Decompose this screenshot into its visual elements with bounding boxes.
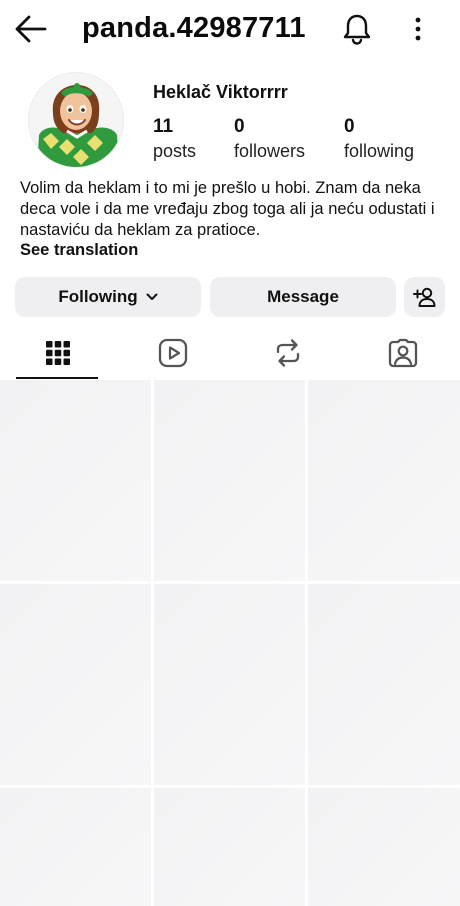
bell-icon[interactable] [341, 12, 373, 46]
profile-tabs [0, 325, 460, 380]
tab-posts-grid[interactable] [0, 325, 115, 380]
post-thumbnail[interactable] [154, 788, 305, 906]
chevron-down-icon [146, 293, 158, 300]
posts-stat[interactable]: 11 posts [153, 116, 196, 164]
profile-bio: Volim da heklam i to mi je prešlo u hobi… [20, 179, 435, 239]
tab-reposts[interactable] [230, 325, 345, 380]
tab-tagged[interactable] [345, 325, 460, 380]
post-thumbnail[interactable] [308, 584, 460, 785]
grid-icon [45, 340, 70, 365]
following-count: 0 [344, 116, 355, 137]
tab-reels[interactable] [115, 325, 230, 380]
following-label: following [344, 141, 415, 161]
message-button-label: Message [267, 287, 339, 306]
see-translation-link[interactable]: See translation [20, 241, 138, 260]
top-bar: panda.42987711 [0, 0, 460, 58]
following-button[interactable]: Following [15, 277, 201, 317]
profile-username: panda.42987711 [82, 12, 306, 44]
post-thumbnail[interactable] [0, 788, 151, 906]
tagged-icon [388, 338, 417, 367]
post-thumbnail[interactable] [154, 584, 305, 785]
arrow-left-icon[interactable] [14, 14, 48, 44]
active-tab-indicator [16, 377, 98, 379]
post-thumbnail[interactable] [308, 380, 460, 581]
profile-avatar[interactable] [28, 72, 124, 168]
posts-count: 11 [153, 116, 174, 137]
display-name: Heklač Viktorrrr [153, 82, 288, 102]
post-thumbnail[interactable] [154, 380, 305, 581]
message-button[interactable]: Message [210, 277, 396, 317]
posts-label: posts [153, 141, 197, 161]
followers-count: 0 [234, 116, 245, 137]
post-thumbnail[interactable] [0, 380, 151, 581]
reels-icon [158, 338, 187, 367]
posts-grid [0, 380, 460, 906]
post-thumbnail[interactable] [0, 584, 151, 785]
add-person-icon [412, 287, 435, 307]
add-user-button[interactable] [404, 277, 445, 317]
following-button-label: Following [58, 287, 138, 306]
avatar-image [29, 73, 123, 167]
following-stat[interactable]: 0 following [344, 116, 414, 164]
followers-label: followers [234, 141, 306, 161]
post-thumbnail[interactable] [308, 788, 460, 906]
more-vertical-icon[interactable] [408, 14, 428, 44]
followers-stat[interactable]: 0 followers [234, 116, 305, 164]
reposts-icon [276, 338, 299, 367]
